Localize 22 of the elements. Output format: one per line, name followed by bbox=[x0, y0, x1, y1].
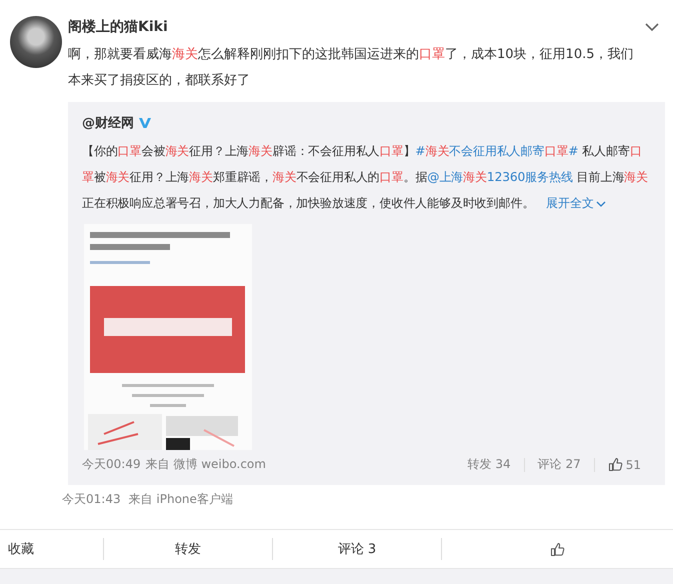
repost-text: 【你的口罩会被海关征用？上海海关辟谣：不会征用私人口罩】#海关不会征用私人邮寄口罩# 私人邮寄口罩被海关征用？上海海关郑重辟谣，海关不会征用私人的口罩。据@上海海关12360服务热线 目前上海海关 正在积极响应总署号召，加大人力配备，加快验放速度，使收件人能够及时收到邮件。 展开全文 bbox=[82, 143, 649, 212]
thumbs-up-icon bbox=[550, 542, 565, 556]
post-text: 啊，那就要看威海海关怎么解释刚刚扣下的这批韩国运进来的口罩了，成本10块，征用10.5，我们本来买了捐疫区的，都联系好了 bbox=[68, 46, 634, 90]
repost-source: 来自 微博 weibo.com bbox=[146, 456, 266, 473]
repost-author[interactable]: @财经网 bbox=[82, 114, 134, 132]
author-name[interactable]: 阁楼上的猫Kiki bbox=[68, 18, 168, 36]
post-time[interactable]: 今天01:43 bbox=[62, 490, 121, 508]
action-button[interactable]: 收藏 bbox=[0, 538, 103, 560]
expand-link[interactable]: 展开全文 bbox=[546, 196, 606, 210]
text-link[interactable]: #海关不会征用私人邮寄口罩# bbox=[415, 144, 578, 158]
thumbs-up-icon bbox=[608, 457, 623, 472]
repost-time[interactable]: 今天00:49 bbox=[82, 456, 141, 473]
like-count[interactable]: 51 bbox=[608, 457, 641, 472]
text-link[interactable]: @上海海关12360服务热线 bbox=[427, 170, 573, 184]
caret-icon bbox=[596, 201, 606, 207]
comment-count[interactable]: 评论 27 bbox=[538, 456, 581, 473]
chevron-down-icon[interactable] bbox=[645, 22, 659, 32]
avatar[interactable] bbox=[10, 16, 62, 68]
repost-count[interactable]: 转发 34 bbox=[468, 456, 511, 473]
action-button[interactable]: 转发 bbox=[103, 538, 272, 560]
action-button[interactable]: 评论 3 bbox=[272, 538, 441, 560]
post-source: 来自 iPhone客户端 bbox=[128, 490, 233, 508]
